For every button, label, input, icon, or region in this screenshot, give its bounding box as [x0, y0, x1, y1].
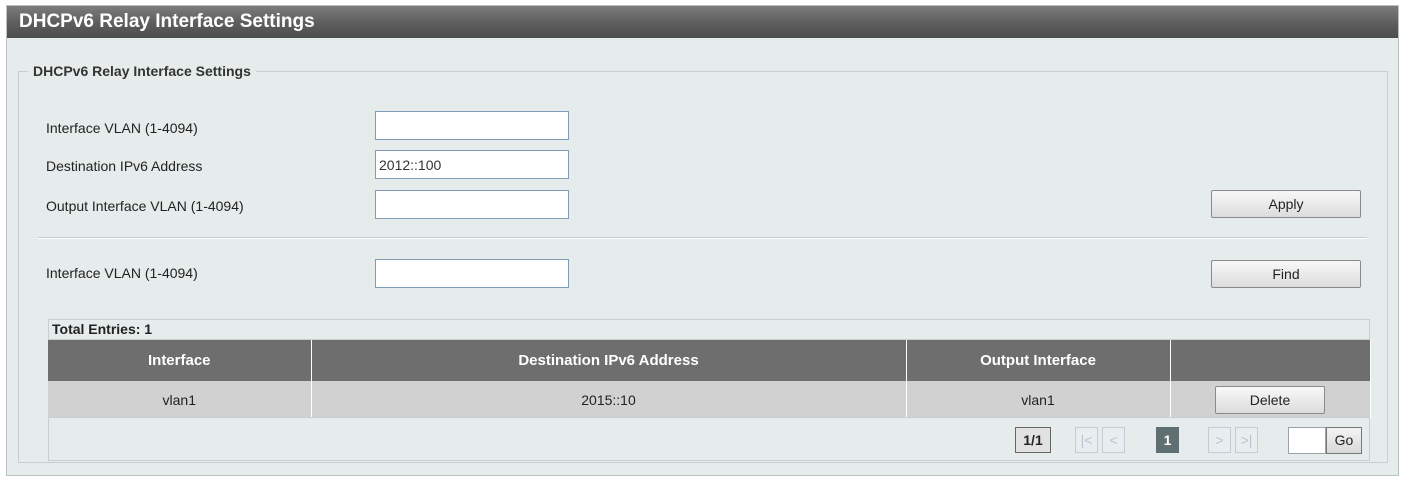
table-row: vlan1 2015::10 vlan1 Delete: [48, 381, 1371, 419]
pagination-bar: 1/1 |< < 1 > >| Go: [48, 417, 1370, 461]
current-page-button[interactable]: 1: [1156, 427, 1179, 453]
section-divider: [38, 237, 1367, 239]
interface-vlan-input[interactable]: [375, 111, 569, 140]
cell-action: Delete: [1170, 381, 1371, 419]
first-page-button[interactable]: |<: [1075, 427, 1098, 453]
relay-table: Interface Destination IPv6 Address Outpu…: [48, 340, 1371, 419]
column-header-action: [1170, 340, 1371, 381]
last-page-button[interactable]: >|: [1235, 427, 1258, 453]
apply-button[interactable]: Apply: [1211, 190, 1361, 218]
column-header-output-interface: Output Interface: [906, 340, 1171, 381]
table-header-row: Interface Destination IPv6 Address Outpu…: [48, 340, 1371, 381]
column-header-destination: Destination IPv6 Address: [311, 340, 907, 381]
output-interface-vlan-input[interactable]: [375, 190, 569, 219]
interface-vlan-label: Interface VLAN (1-4094): [46, 120, 198, 136]
total-entries: Total Entries: 1: [48, 319, 1370, 340]
previous-page-button[interactable]: <: [1102, 427, 1125, 453]
output-interface-vlan-label: Output Interface VLAN (1-4094): [46, 198, 244, 214]
find-button[interactable]: Find: [1211, 260, 1361, 288]
cell-interface: vlan1: [48, 381, 312, 419]
cell-output-interface: vlan1: [906, 381, 1171, 419]
go-page-input[interactable]: [1288, 427, 1326, 454]
find-interface-vlan-input[interactable]: [375, 259, 569, 288]
main-panel: DHCPv6 Relay Interface Settings DHCPv6 R…: [6, 5, 1399, 476]
destination-ipv6-input[interactable]: [375, 150, 569, 179]
cell-destination: 2015::10: [311, 381, 907, 419]
go-button[interactable]: Go: [1326, 427, 1362, 454]
section-legend: DHCPv6 Relay Interface Settings: [33, 63, 251, 79]
destination-ipv6-label: Destination IPv6 Address: [46, 158, 203, 174]
column-header-interface: Interface: [48, 340, 312, 381]
page-title: DHCPv6 Relay Interface Settings: [7, 6, 1398, 38]
next-page-button[interactable]: >: [1208, 427, 1231, 453]
find-interface-vlan-label: Interface VLAN (1-4094): [46, 265, 198, 281]
page-count: 1/1: [1015, 427, 1051, 453]
delete-button[interactable]: Delete: [1215, 386, 1325, 414]
